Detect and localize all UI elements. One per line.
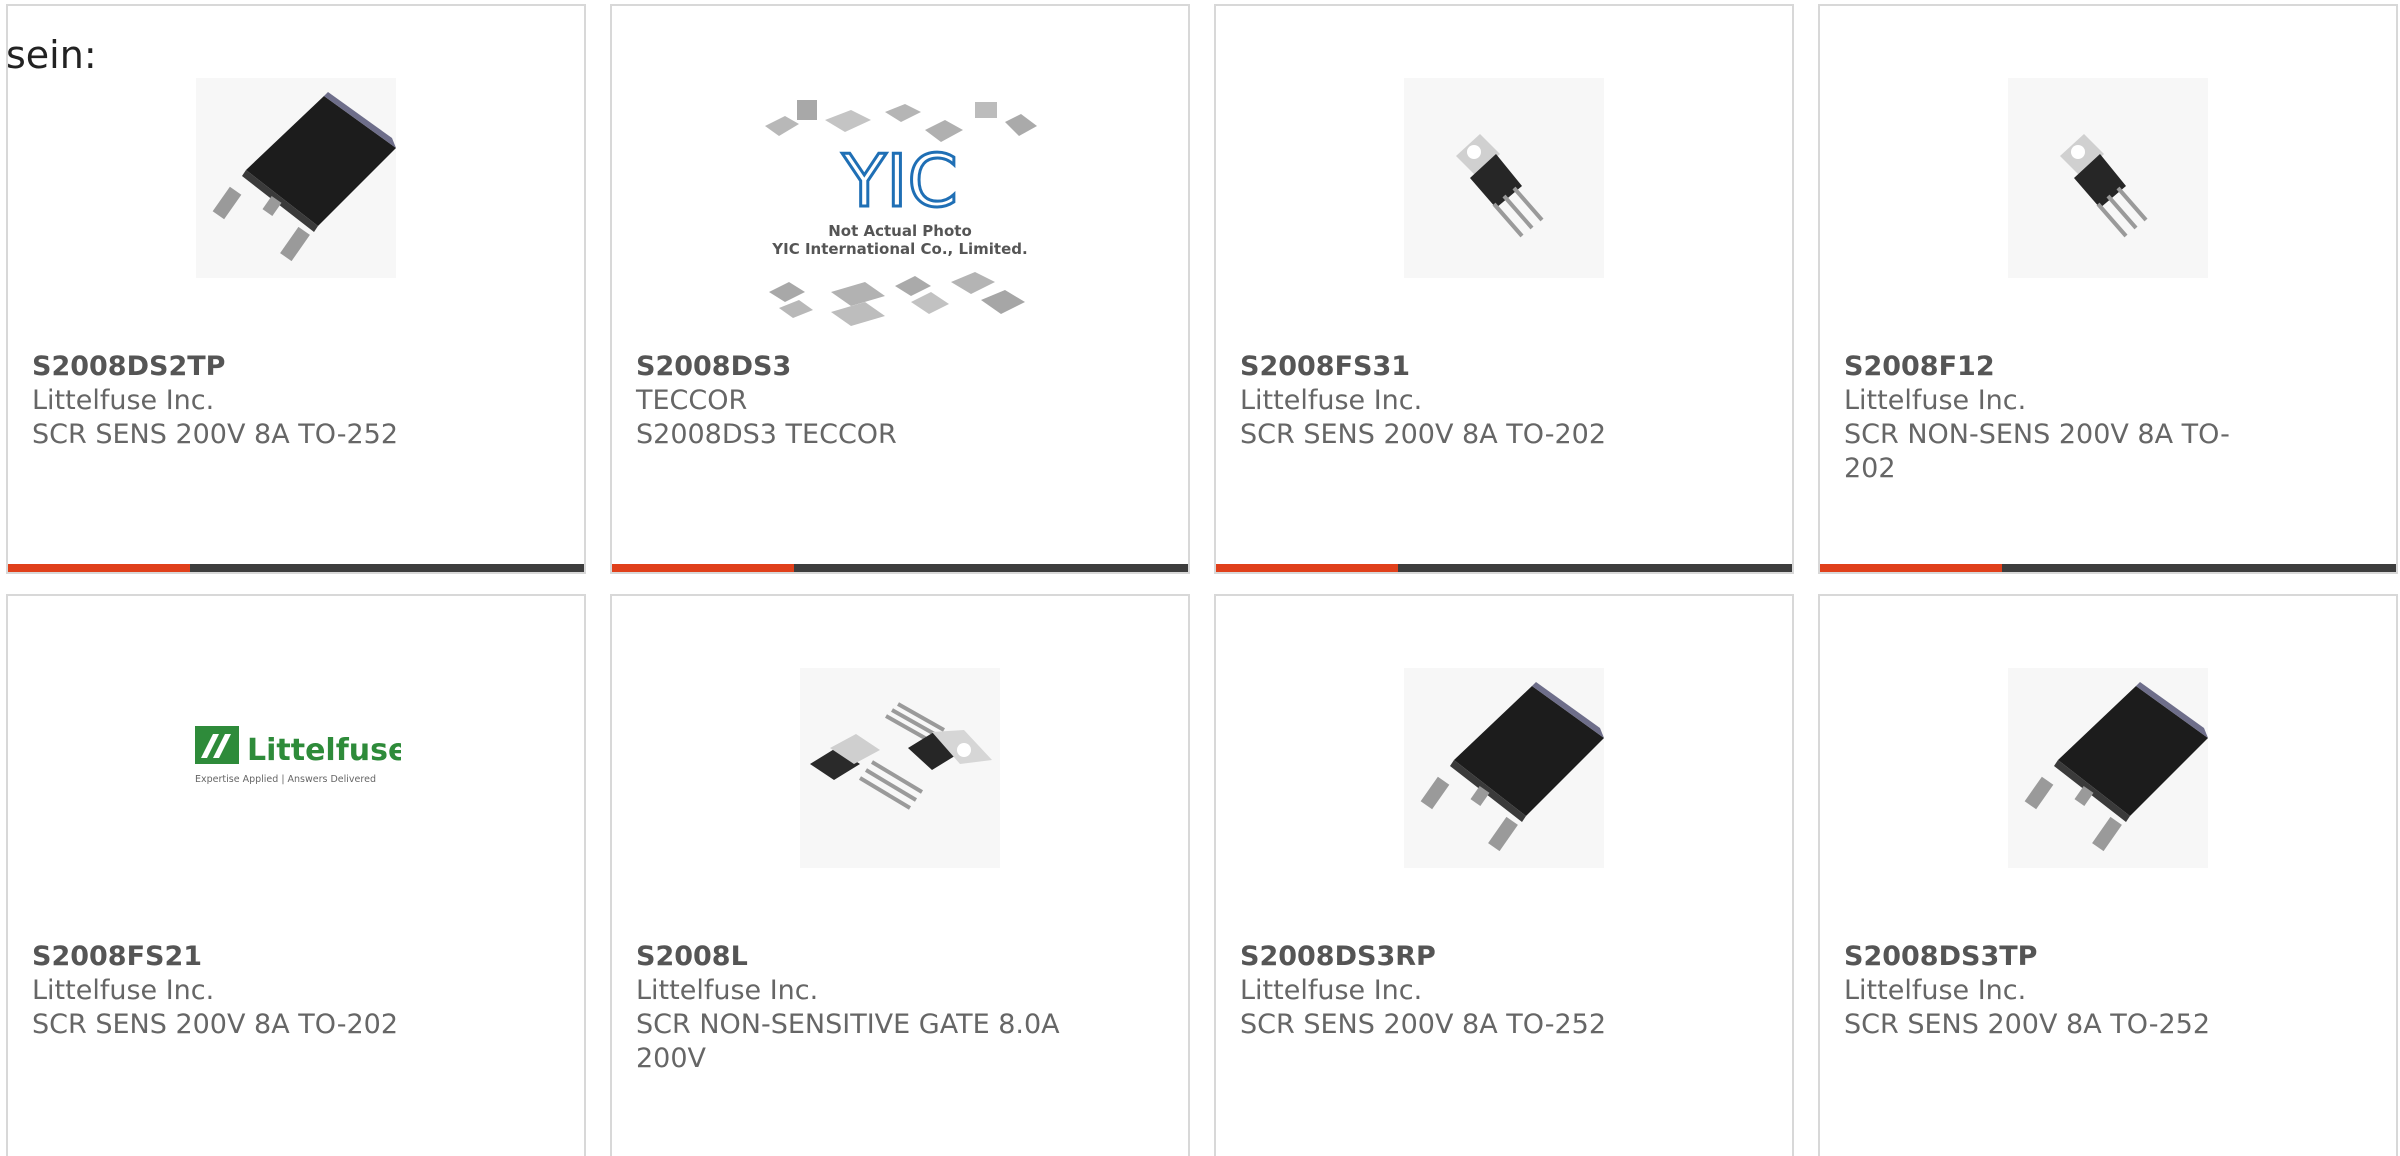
littelfuse-logo-icon[interactable]: Littelfuse Expertise Applied | Answers D…	[191, 722, 401, 788]
manufacturer-label: Littelfuse Inc.	[1844, 975, 2027, 1006]
littelfuse-tagline: Expertise Applied | Answers Delivered	[195, 774, 376, 785]
to-252-package-icon[interactable]	[196, 78, 396, 278]
description-label: SCR SENS 200V 8A TO-252	[1240, 1009, 1607, 1040]
manufacturer-label: Littelfuse Inc.	[32, 385, 215, 416]
card-accent-bar	[612, 564, 794, 572]
part-number-link[interactable]: S2008DS3TP	[1844, 940, 2037, 974]
part-number-link[interactable]: S2008DS2TP	[32, 350, 225, 384]
description-label: SCR SENS 200V 8A TO-252	[32, 419, 399, 450]
littelfuse-wordmark: Littelfuse	[247, 733, 401, 768]
manufacturer-label: Littelfuse Inc.	[32, 975, 215, 1006]
product-grid-page: sein: S2008DS2TP Littelfuse Inc. SCR SEN…	[0, 0, 2400, 1156]
image-caption: Not Actual Photo	[828, 222, 972, 240]
product-card[interactable]: S2008F12 Littelfuse Inc. SCR NON-SENS 20…	[1818, 4, 2398, 574]
description-label: SCR SENS 200V 8A TO-202	[1240, 419, 1607, 450]
product-card[interactable]: YIC Not Actual Photo YIC International C…	[610, 4, 1190, 574]
image-caption: YIC International Co., Limited.	[771, 240, 1027, 258]
card-bottom-bar	[8, 564, 584, 572]
part-number-link[interactable]: S2008L	[636, 940, 748, 974]
product-card[interactable]: S2008L Littelfuse Inc. SCR NON-SENSITIVE…	[610, 594, 1190, 1156]
description-label: S2008DS3 TECCOR	[636, 419, 897, 450]
manufacturer-label: Littelfuse Inc.	[1240, 385, 1423, 416]
description-label: SCR NON-SENSITIVE GATE 8.0A 200V	[636, 1009, 1060, 1074]
to-202-package-icon[interactable]	[1404, 78, 1604, 278]
card-accent-bar	[8, 564, 190, 572]
to-202-package-icon[interactable]	[2008, 78, 2208, 278]
to-220-package-icon[interactable]	[800, 668, 1000, 868]
manufacturer-label: Littelfuse Inc.	[1844, 385, 2027, 416]
not-actual-photo-icon[interactable]: YIC Not Actual Photo YIC International C…	[755, 86, 1045, 336]
manufacturer-label: Littelfuse Inc.	[1240, 975, 1423, 1006]
card-accent-bar	[1820, 564, 2002, 572]
to-252-package-icon[interactable]	[1404, 668, 1604, 868]
product-card[interactable]: S2008DS2TP Littelfuse Inc. SCR SENS 200V…	[6, 4, 586, 574]
part-number-link[interactable]: S2008FS21	[32, 940, 202, 974]
card-bottom-bar	[1216, 564, 1792, 572]
part-number-link[interactable]: S2008DS3RP	[1240, 940, 1436, 974]
manufacturer-label: TECCOR	[636, 385, 748, 416]
lead-text: sein:	[6, 33, 97, 77]
to-252-package-icon[interactable]	[2008, 668, 2208, 868]
card-bottom-bar	[612, 564, 1188, 572]
description-label: SCR SENS 200V 8A TO-202	[32, 1009, 399, 1040]
part-number-link[interactable]: S2008F12	[1844, 350, 1995, 384]
product-card[interactable]: Littelfuse Expertise Applied | Answers D…	[6, 594, 586, 1156]
product-card[interactable]: S2008FS31 Littelfuse Inc. SCR SENS 200V …	[1214, 4, 1794, 574]
yic-logo: YIC	[841, 139, 958, 223]
card-bottom-bar	[1820, 564, 2396, 572]
description-label: SCR SENS 200V 8A TO-252	[1844, 1009, 2211, 1040]
card-accent-bar	[1216, 564, 1398, 572]
manufacturer-label: Littelfuse Inc.	[636, 975, 819, 1006]
product-card[interactable]: S2008DS3RP Littelfuse Inc. SCR SENS 200V…	[1214, 594, 1794, 1156]
description-label: SCR NON-SENS 200V 8A TO-202	[1844, 419, 2230, 484]
part-number-link[interactable]: S2008DS3	[636, 350, 791, 384]
product-card[interactable]: S2008DS3TP Littelfuse Inc. SCR SENS 200V…	[1818, 594, 2398, 1156]
part-number-link[interactable]: S2008FS31	[1240, 350, 1410, 384]
